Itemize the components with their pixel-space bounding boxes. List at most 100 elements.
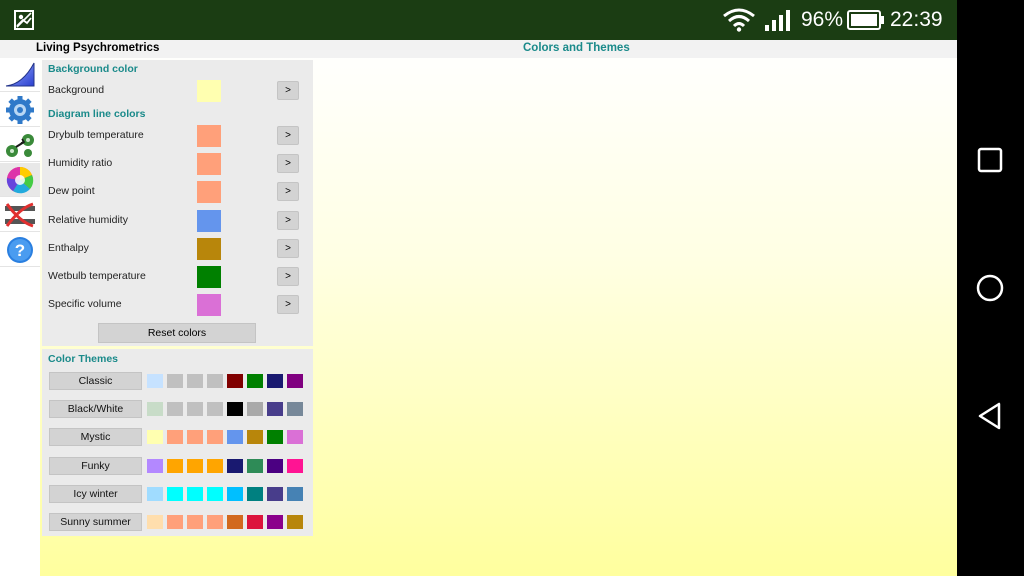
battery-icon	[847, 10, 884, 30]
color-row-label: Relative humidity	[48, 213, 128, 226]
theme-color-swatch	[287, 402, 303, 417]
theme-color-swatch	[207, 458, 223, 473]
color-swatch[interactable]	[197, 237, 221, 260]
reset-colors-button[interactable]: Reset colors	[98, 323, 256, 343]
themes-panel: Color Themes Classic Black/White Mystic Fun…	[42, 349, 313, 536]
color-wheel-icon	[6, 166, 34, 193]
theme-button[interactable]: Sunny summer	[49, 513, 142, 531]
title-bar: Living Psychrometrics Colors and Themes	[0, 40, 957, 58]
back-triangle-icon[interactable]	[975, 401, 1005, 431]
color-swatch[interactable]	[197, 294, 221, 317]
color-swatch[interactable]	[197, 209, 221, 232]
theme-color-swatch	[167, 430, 183, 445]
theme-color-swatch	[167, 374, 183, 388]
page-title: Colors and Themes	[523, 42, 630, 54]
color-picker-arrow-button[interactable]: >	[277, 182, 299, 202]
svg-text:?: ?	[15, 241, 25, 260]
theme-color-swatch	[207, 486, 223, 501]
clock: 22:39	[890, 8, 943, 31]
color-row-label: Drybulb temperature	[48, 129, 144, 141]
theme-color-swatch	[227, 515, 243, 529]
theme-color-swatch	[267, 402, 283, 417]
theme-color-swatch	[247, 402, 263, 417]
theme-color-swatch	[267, 430, 283, 445]
color-row-label: Wetbulb temperature	[48, 270, 146, 282]
theme-color-swatch	[247, 430, 263, 445]
theme-color-swatch	[167, 458, 183, 473]
theme-color-swatch	[267, 515, 283, 529]
theme-color-swatch	[287, 458, 303, 473]
color-swatch[interactable]	[197, 181, 221, 204]
theme-color-swatch	[267, 458, 283, 473]
theme-color-swatch	[147, 515, 163, 529]
crossed-lines-icon	[5, 202, 35, 227]
help-icon: ?	[7, 236, 33, 263]
themes-section-title: Color Themes	[48, 353, 119, 365]
navigation-bar	[957, 0, 1024, 576]
theme-color-swatch	[247, 374, 263, 388]
status-bar: 96% 22:39	[0, 0, 957, 40]
gear-icon	[6, 95, 34, 124]
color-row-label: Humidity ratio	[48, 157, 113, 170]
theme-color-swatch	[167, 486, 183, 501]
theme-color-swatch	[167, 515, 183, 529]
wifi-icon	[723, 8, 755, 32]
gallery-icon	[14, 10, 34, 30]
color-swatch[interactable]	[197, 266, 221, 288]
sidebar-item-colors[interactable]	[0, 163, 40, 197]
color-picker-arrow-button[interactable]: >	[277, 238, 299, 258]
battery-percent: 96%	[801, 8, 844, 31]
theme-color-swatch	[267, 486, 283, 501]
recents-square-icon[interactable]	[975, 145, 1005, 175]
theme-color-swatch	[227, 430, 243, 445]
sidebar-item-help[interactable]: ?	[0, 233, 40, 267]
app-title: Living Psychrometrics	[36, 42, 160, 54]
theme-color-swatch	[207, 402, 223, 417]
signal-icon	[765, 10, 790, 31]
color-swatch[interactable]	[197, 125, 221, 147]
theme-color-swatch	[187, 515, 203, 529]
sidebar-item-process[interactable]	[0, 128, 40, 162]
theme-color-swatch	[247, 486, 263, 501]
theme-color-swatch	[227, 486, 243, 501]
theme-color-swatch	[147, 458, 163, 473]
color-picker-arrow-button[interactable]: >	[277, 154, 299, 174]
color-picker-arrow-button[interactable]: >	[277, 295, 299, 315]
theme-button[interactable]: Icy winter	[49, 484, 142, 503]
theme-color-swatch	[287, 430, 303, 445]
home-circle-icon[interactable]	[975, 273, 1005, 303]
theme-color-swatch	[187, 458, 203, 473]
theme-color-swatch	[207, 515, 223, 529]
app-window: Living Psychrometrics Colors and Themes	[0, 40, 957, 576]
theme-color-swatch	[247, 515, 263, 529]
color-row-label: Background	[48, 84, 105, 96]
theme-color-swatch	[167, 402, 183, 417]
sidebar-item-settings[interactable]	[0, 93, 40, 127]
theme-color-swatch	[207, 430, 223, 445]
color-swatch[interactable]	[197, 80, 221, 102]
theme-color-swatch	[147, 486, 163, 501]
sidebar-item-lines[interactable]	[0, 198, 40, 232]
theme-color-swatch	[227, 458, 243, 473]
theme-color-swatch	[187, 486, 203, 501]
theme-button[interactable]: Classic	[49, 372, 142, 390]
theme-color-swatch	[227, 402, 243, 417]
color-swatch[interactable]	[197, 153, 221, 176]
process-icon	[6, 133, 34, 157]
theme-button[interactable]: Mystic	[49, 428, 142, 447]
color-picker-arrow-button[interactable]: >	[277, 267, 299, 286]
color-row-label: Dew point	[48, 185, 95, 198]
sidebar: ?	[0, 58, 40, 576]
theme-color-swatch	[147, 430, 163, 445]
color-picker-arrow-button[interactable]: >	[277, 81, 299, 100]
color-picker-arrow-button[interactable]: >	[277, 210, 299, 230]
theme-color-swatch	[287, 374, 303, 388]
theme-button[interactable]: Black/White	[49, 400, 142, 419]
color-row-label: Specific volume	[48, 298, 122, 311]
theme-color-swatch	[187, 374, 203, 388]
sidebar-item-chart[interactable]	[0, 58, 40, 92]
theme-color-swatch	[287, 515, 303, 529]
color-picker-arrow-button[interactable]: >	[277, 126, 299, 145]
theme-color-swatch	[147, 374, 163, 388]
theme-button[interactable]: Funky	[49, 456, 142, 475]
